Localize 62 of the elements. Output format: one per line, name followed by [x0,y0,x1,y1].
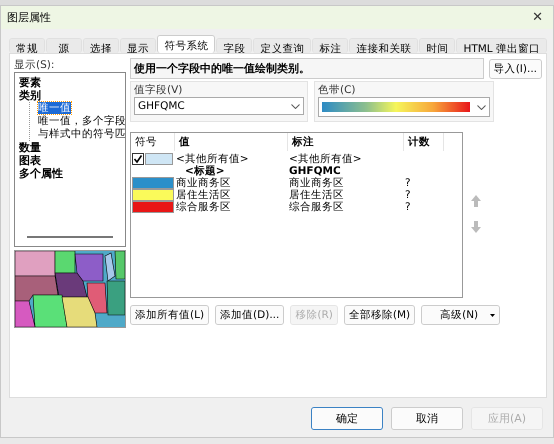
table-cell-text: ? [404,177,412,189]
chevron-icon [477,104,486,110]
color-ramp-dropdown[interactable] [318,97,490,117]
tab[interactable]: 源 [46,38,82,53]
show-label: 显示(S): [14,58,56,72]
tree-item[interactable]: 唯一值，多个字段 [38,115,126,127]
table-cell-text: 综合服务区 [175,200,232,214]
table-cell-text: <其他所有值> [175,152,250,165]
tab[interactable]: 常规 [9,38,46,53]
table-cell-text: ? [404,189,412,201]
move-up-icon[interactable] [469,194,483,208]
tree-item[interactable]: 唯一值 [38,102,71,114]
dropdown-icon [490,314,496,316]
table-cell-text: 居住生活区 [288,188,345,201]
tab[interactable]: 连接和关联 [349,38,418,53]
table-cell-text: ? [404,201,412,213]
tree-item[interactable]: 类别 [19,89,121,102]
value-field-dropdown[interactable]: GHFQMC [134,97,304,115]
window-title: 图层属性 [7,10,51,25]
description-text: 使用一个字段中的唯一值绘制类别。 [130,58,484,79]
tab[interactable]: 选择 [83,38,120,53]
column-header[interactable]: 值 [175,133,288,151]
tab[interactable]: 时间 [419,38,456,53]
table-cell-text: 综合服务区 [288,200,345,214]
tree-item[interactable]: 与样式中的符号匹 [38,128,126,140]
tree-item[interactable]: 要素 [19,76,121,89]
table-action-button[interactable]: 添加所有值(L) [130,305,210,325]
symbol-swatch[interactable] [132,201,174,213]
column-header[interactable]: 计数 [404,133,444,151]
close-button[interactable]: ✕ [528,10,547,25]
table-cell-text: 商业商务区 [288,176,345,189]
table-cell-text: <标题> [184,164,226,177]
tree-item[interactable]: 图表 [19,154,121,167]
table-cell-text: GHFQMC [288,165,342,177]
color-ramp-label: 色带(C) [318,83,357,97]
table-action-button[interactable]: 全部移除(M) [344,305,416,325]
dialog-button[interactable]: 取消 [391,407,463,430]
tab[interactable]: HTML 弹出窗口 [456,38,547,53]
advanced-menu-button[interactable]: 高级(N) [421,305,500,325]
import-button[interactable]: 导入(I)... [488,58,542,78]
tab[interactable]: 符号系统 [157,35,216,53]
column-header[interactable]: 符号 [131,133,175,151]
column-header[interactable]: 标注 [288,133,404,151]
tab[interactable]: 显示 [120,38,156,53]
dialog-button[interactable]: 确定 [311,407,383,430]
scrollbar[interactable] [27,236,113,238]
tab[interactable]: 字段 [216,38,252,53]
table-cell-text: <其他所有值> [288,152,363,166]
symbol-swatch[interactable] [132,177,174,189]
move-down-icon[interactable] [469,220,483,234]
tab[interactable]: 标注 [312,38,348,53]
symbol-swatch[interactable] [132,189,174,201]
tree-item[interactable]: 多个属性 [19,167,121,180]
tab[interactable]: 定义查询 [253,38,312,53]
value-field-label: 值字段(V) [134,83,184,97]
symbol-swatch[interactable] [145,153,173,165]
chevron-icon [291,104,300,108]
table-action-button[interactable]: 添加值(D)... [215,305,284,325]
table-cell-text: 居住生活区 [175,188,232,201]
checkbox[interactable] [132,153,144,165]
table-cell-text: 商业商务区 [175,176,232,189]
tree-item[interactable]: 数量 [19,141,121,154]
